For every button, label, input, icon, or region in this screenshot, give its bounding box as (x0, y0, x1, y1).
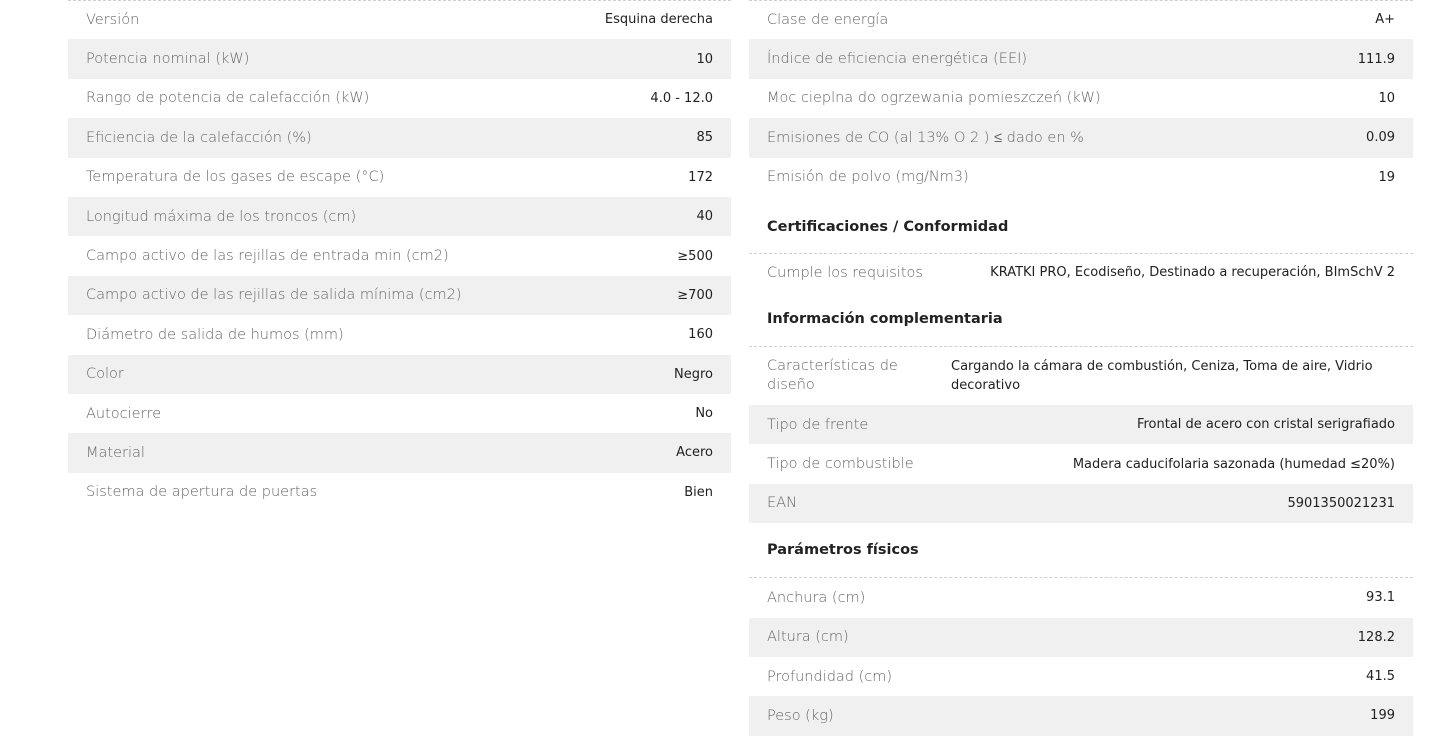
section-title-physical: Parámetros físicos (767, 542, 919, 559)
spec-value: 160 (688, 327, 713, 343)
spec-label: EAN (767, 495, 797, 512)
spec-row: Índice de eficiencia energética (EEI) 111… (749, 39, 1413, 79)
spec-value: 40 (696, 209, 713, 225)
spec-table-left: Versión Esquina derecha Potencia nominal … (68, 0, 731, 512)
spec-row: Anchura (cm) 93.1 (749, 578, 1413, 617)
divider (68, 0, 731, 1)
spec-value: 5901350021231 (1287, 495, 1395, 511)
spec-value: Frontal de acero con cristal serigrafiad… (1136, 417, 1395, 433)
spec-value: ≥700 (677, 287, 713, 303)
spec-label: Longitud máxima de los troncos (cm) (86, 208, 357, 225)
spec-value: 10 (1378, 90, 1395, 106)
section-title-complementary: Información complementaria (767, 310, 1003, 327)
spec-value: ≥500 (677, 248, 713, 264)
spec-label: Color (86, 366, 124, 383)
spec-label: Peso (kg) (767, 707, 834, 724)
spec-value: 10 (696, 51, 713, 67)
spec-row: Tipo de combustible Madera caducifolaria … (749, 444, 1413, 483)
spec-label: Índice de eficiencia energética (EEI) (767, 51, 1028, 68)
divider (749, 0, 1413, 1)
spec-value: Cargando la cámara de combustión, Ceniza… (951, 358, 1373, 393)
spec-row: Temperatura de los gases de escape (°C) 1… (68, 158, 731, 197)
spec-row: Profundidad (cm) 41.5 (749, 657, 1413, 696)
spec-label: Profundidad (cm) (767, 668, 893, 685)
spec-value: 111.9 (1357, 51, 1395, 67)
spec-row: Emisiones de CO (al 13% O 2 ) ≤ dado en … (749, 118, 1413, 158)
spec-label: Emisiones de CO (al 13% O 2 ) ≤ dado en … (767, 129, 1084, 146)
spec-row: Altura (cm) 128.2 (749, 617, 1413, 657)
spec-row: Campo activo de las rejillas de salida m… (68, 275, 731, 316)
spec-label: Material (86, 444, 145, 461)
spec-label: Características de diseño (767, 357, 898, 393)
spec-label: Tipo de combustible (767, 456, 914, 473)
spec-value: 85 (696, 130, 713, 146)
spec-label: Potencia nominal (kW) (86, 51, 250, 68)
spec-row: Emisión de polvo (mg/Nm3) 19 (749, 158, 1413, 197)
spec-label: Sistema de apertura de puertas (86, 484, 318, 501)
spec-row: Autocierre No (68, 394, 731, 433)
spec-table-right: Clase de energía A+ Índice de eficiencia … (749, 0, 1413, 736)
spec-label: Moc cieplna do ogrzewania pomieszczeń (k… (767, 90, 1101, 107)
spec-row: Campo activo de las rejillas de entrada … (68, 236, 731, 275)
spec-value: Acero (676, 445, 713, 461)
spec-label: Rango de potencia de calefacción (kW) (86, 90, 370, 107)
spec-row: Eficiencia de la calefacción (%) 85 (68, 118, 731, 158)
spec-value: Negro (674, 366, 713, 382)
spec-value: 199 (1370, 708, 1395, 724)
spec-row: Rango de potencia de calefacción (kW) 4.0… (68, 79, 731, 118)
section-title-certifications: Certificaciones / Conformidad (767, 218, 1009, 235)
spec-row: Longitud máxima de los troncos (cm) 40 (68, 196, 731, 237)
spec-label: Altura (cm) (767, 629, 849, 646)
spec-label: Campo activo de las rejillas de entrada … (86, 248, 449, 265)
spec-row: Tipo de frente Frontal de acero con crist… (749, 404, 1413, 445)
spec-label: Temperatura de los gases de escape (°C) (86, 169, 385, 186)
spec-row: Diámetro de salida de humos (mm) 160 (68, 315, 731, 354)
spec-label: Anchura (cm) (767, 589, 866, 606)
spec-row: Material Acero (68, 433, 731, 473)
spec-row: Clase de energía A+ (749, 0, 1413, 39)
spec-row: Cumple los requisitos KRATKI PRO, Ecodise… (749, 254, 1413, 292)
spec-value: 172 (688, 169, 713, 185)
spec-value: KRATKI PRO, Ecodiseño, Destinado a recup… (990, 265, 1395, 281)
spec-row: EAN 5901350021231 (749, 483, 1413, 524)
spec-label: Tipo de frente (767, 416, 869, 433)
spec-value: 41.5 (1366, 669, 1395, 685)
spec-label: Eficiencia de la calefacción (%) (86, 129, 312, 146)
spec-value: 0.09 (1366, 130, 1395, 146)
spec-row: Versión Esquina derecha (68, 0, 731, 39)
spec-value: 128.2 (1357, 629, 1395, 645)
spec-value: 4.0 - 12.0 (650, 90, 713, 106)
spec-label: Cumple los requisitos (767, 264, 923, 281)
spec-label: Diámetro de salida de humos (mm) (86, 326, 344, 343)
spec-row: Color Negro (68, 354, 731, 394)
spec-value: Bien (684, 484, 713, 500)
spec-label: Emisión de polvo (mg/Nm3) (767, 169, 969, 186)
spec-label: Campo activo de las rejillas de salida m… (86, 287, 462, 304)
spec-value: Madera caducifolaria sazonada (humedad ≤… (1072, 456, 1395, 472)
spec-value: No (695, 406, 713, 422)
spec-label: Autocierre (86, 405, 162, 422)
spec-row: Peso (kg) 199 (749, 696, 1413, 736)
spec-row: Características de diseño Cargando la cám… (749, 347, 1413, 405)
spec-label: Versión (86, 11, 140, 28)
spec-value: 93.1 (1366, 590, 1395, 606)
spec-value: A+ (1375, 12, 1395, 28)
spec-label: Clase de energía (767, 11, 889, 28)
spec-row: Sistema de apertura de puertas Bien (68, 473, 731, 512)
spec-row: Moc cieplna do ogrzewania pomieszczeń (k… (749, 79, 1413, 118)
spec-value: Esquina derecha (604, 12, 713, 28)
spec-value: 19 (1378, 169, 1395, 185)
spec-row: Potencia nominal (kW) 10 (68, 39, 731, 79)
